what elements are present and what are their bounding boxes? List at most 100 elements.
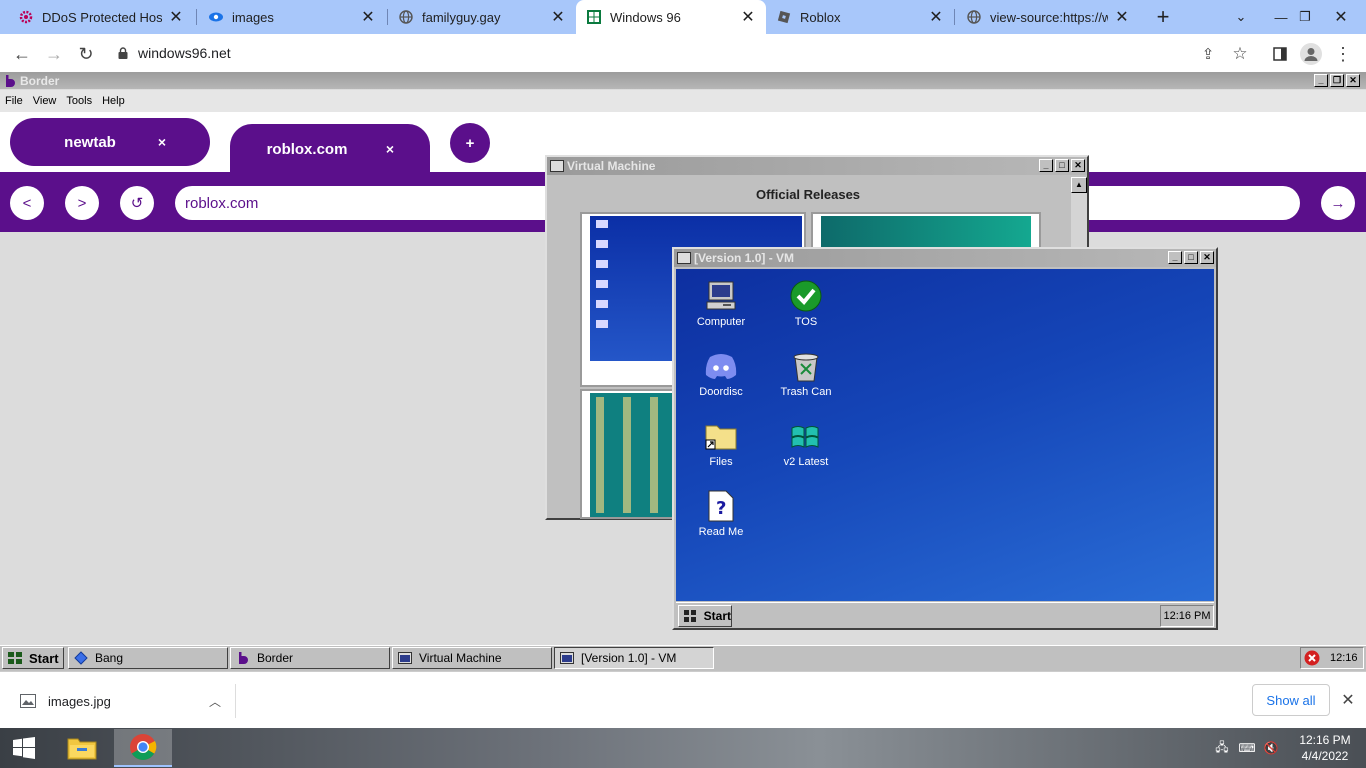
tab-separator [954, 9, 955, 25]
taskbar-item-virtual-machine[interactable]: Virtual Machine [392, 647, 552, 669]
download-filename: images.jpg [48, 693, 111, 709]
desktop-icon-files[interactable]: Files [681, 419, 761, 468]
desktop-icon-tos[interactable]: TOS [766, 279, 846, 328]
tab-title: images [232, 9, 274, 25]
chrome-tab-ddos[interactable]: DDoS Protected Hostin ✕ [8, 0, 194, 34]
forward-arrow-icon[interactable]: → [42, 42, 66, 66]
forward-button[interactable]: > [65, 186, 99, 220]
border-tab-newtab[interactable]: newtab × [10, 118, 210, 166]
icon-label: Trash Can [780, 386, 832, 398]
desktop-icon-readme[interactable]: ? Read Me [681, 489, 761, 538]
gear-icon [18, 9, 34, 25]
go-button[interactable]: → [1321, 186, 1355, 220]
close-icon[interactable]: ✕ [168, 7, 184, 27]
close-icon[interactable]: ✕ [1071, 159, 1085, 172]
minimize-icon[interactable]: _ [1168, 251, 1182, 264]
menu-help[interactable]: Help [97, 95, 130, 107]
windows-icon [586, 9, 602, 25]
back-button[interactable]: < [10, 186, 44, 220]
vm-inner-start-button[interactable]: Start [678, 605, 732, 627]
error-icon[interactable] [1304, 650, 1320, 666]
tab-title: Windows 96 [610, 9, 681, 25]
close-icon[interactable]: ✕ [360, 7, 376, 27]
network-status-icon[interactable]: 🖧 [1214, 740, 1230, 756]
menu-tools[interactable]: Tools [61, 95, 97, 107]
vm-titlebar[interactable]: Virtual Machine _ □ ✕ [547, 157, 1087, 175]
menu-file[interactable]: File [0, 95, 28, 107]
start-label: Start [703, 609, 731, 623]
w96-start-button[interactable]: Start [2, 647, 64, 669]
release-thumbnail-3[interactable] [580, 389, 680, 519]
border-titlebar[interactable]: Border [0, 72, 1366, 89]
chrome-tab-familyguy[interactable]: familyguy.gay ✕ [388, 0, 576, 34]
file-explorer-icon[interactable] [60, 730, 104, 766]
minimize-icon[interactable]: _ [1314, 74, 1328, 87]
chrome-tab-view-source[interactable]: view-source:https://win ✕ [956, 0, 1140, 34]
tab-separator [196, 9, 197, 25]
svg-text:?: ? [716, 498, 726, 519]
tab-title: DDoS Protected Hostin [42, 9, 162, 25]
close-icon[interactable]: × [158, 134, 166, 150]
close-window-icon[interactable]: ✕ [1318, 0, 1364, 34]
border-tab-roblox[interactable]: roblox.com × [230, 124, 430, 174]
chevron-up-icon[interactable]: ︿ [209, 693, 221, 710]
vm-inner-taskbar: Start 12:16 PM [676, 602, 1214, 628]
vm-inner-window-controls: _ □ ✕ [1168, 251, 1214, 264]
add-tab-button[interactable]: + [450, 123, 490, 163]
windows-clock[interactable]: 12:16 PM 4/4/2022 [1290, 731, 1360, 765]
maximize-icon[interactable]: ❐ [1330, 74, 1344, 87]
start-logo-icon [7, 650, 23, 666]
desktop-icon-doordisc[interactable]: Doordisc [681, 349, 761, 398]
new-tab-button[interactable]: + [1150, 4, 1176, 30]
chrome-tab-roblox[interactable]: Roblox ✕ [766, 0, 954, 34]
computer-icon [704, 279, 738, 313]
release-thumbnail-2[interactable] [811, 212, 1041, 252]
profile-avatar-icon[interactable] [1299, 42, 1323, 66]
download-item[interactable]: images.jpg ︿ [12, 684, 236, 718]
taskbar-item-bang[interactable]: Bang [68, 647, 228, 669]
minimize-icon[interactable]: _ [1039, 159, 1053, 172]
chrome-tab-windows96[interactable]: Windows 96 ✕ [576, 0, 766, 34]
chrome-taskbar-icon[interactable] [114, 729, 172, 767]
thumbnail-icons [596, 220, 608, 340]
taskbar-item-border[interactable]: Border [230, 647, 390, 669]
show-all-button[interactable]: Show all [1252, 684, 1330, 716]
border-title: Border [20, 73, 60, 88]
volume-muted-icon[interactable]: 🔇 [1262, 740, 1280, 756]
menu-view[interactable]: View [28, 95, 62, 107]
vm-inner-titlebar[interactable]: [Version 1.0] - VM _ □ ✕ [674, 249, 1216, 267]
desktop-icon-computer[interactable]: Computer [681, 279, 761, 328]
maximize-icon[interactable]: □ [1184, 251, 1198, 264]
taskbar-item-vm-inner[interactable]: [Version 1.0] - VM [554, 647, 714, 669]
share-icon[interactable]: ⇪ [1196, 42, 1220, 66]
border-menubar: File View Tools Help [0, 90, 1366, 112]
reload-button[interactable]: ↺ [120, 186, 154, 220]
close-icon[interactable]: ✕ [1114, 7, 1130, 27]
kebab-menu-icon[interactable]: ⋮ [1331, 42, 1355, 66]
trash-icon [789, 349, 823, 383]
close-icon[interactable]: ✕ [1338, 690, 1358, 710]
chrome-tab-images[interactable]: images ✕ [198, 0, 386, 34]
close-icon[interactable]: × [386, 141, 394, 157]
windows-logo-icon [789, 419, 823, 453]
scroll-up-icon[interactable]: ▲ [1071, 177, 1087, 193]
icon-label: Doordisc [699, 386, 743, 398]
windows-taskbar [0, 728, 1366, 768]
roblox-icon [776, 9, 792, 25]
back-arrow-icon[interactable]: ← [10, 42, 34, 66]
windows-start-icon[interactable] [8, 734, 40, 762]
close-icon[interactable]: ✕ [550, 7, 566, 27]
tray-device-icon[interactable]: ⌨ [1238, 740, 1256, 756]
close-icon[interactable]: ✕ [740, 7, 756, 27]
desktop-icon-v2-latest[interactable]: v2 Latest [766, 419, 846, 468]
side-panel-icon[interactable] [1268, 42, 1292, 66]
desktop-icon-trash[interactable]: Trash Can [766, 349, 846, 398]
close-icon[interactable]: ✕ [1200, 251, 1214, 264]
address-bar[interactable]: windows96.net [110, 38, 1200, 68]
folder-icon [704, 419, 738, 453]
close-icon[interactable]: ✕ [928, 7, 944, 27]
reload-icon[interactable]: ↻ [74, 42, 98, 66]
maximize-icon[interactable]: □ [1055, 159, 1069, 172]
star-icon[interactable]: ☆ [1228, 42, 1252, 66]
close-icon[interactable]: ✕ [1346, 74, 1360, 87]
